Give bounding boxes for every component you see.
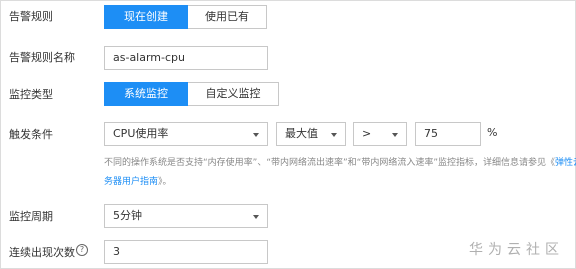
threshold-unit: %	[487, 126, 498, 139]
rule-name-label: 告警规则名称	[9, 51, 75, 64]
trigger-hint-end: 》。	[158, 177, 172, 187]
operator-select-value: >	[362, 127, 372, 140]
period-label: 监控周期	[9, 210, 53, 223]
aggregation-select[interactable]: 最大值	[276, 122, 346, 146]
consecutive-label: 连续出现次数	[9, 246, 75, 259]
ecs-guide-link-part1[interactable]: 弹性云服	[555, 158, 576, 168]
monitor-type-custom[interactable]: 自定义监控	[188, 82, 279, 106]
trigger-hint-text: 不同的操作系统是否支持“内存使用率”、“带内网络流出速率”和“带内网络流入速率”…	[104, 158, 555, 168]
aggregation-select-value: 最大值	[285, 127, 318, 140]
chevron-down-icon	[331, 133, 337, 137]
chevron-down-icon	[253, 133, 259, 137]
monitor-type-toggle: 系统监控 自定义监控	[104, 82, 279, 106]
consecutive-input[interactable]: 3	[104, 240, 268, 264]
alarm-rule-create-now[interactable]: 现在创建	[104, 5, 188, 29]
chevron-down-icon	[253, 215, 259, 219]
trigger-label: 触发条件	[9, 128, 53, 141]
threshold-input[interactable]: 75	[415, 122, 481, 146]
trigger-hint-line2: 务器用户指南》。	[104, 174, 172, 187]
ecs-guide-link-part2[interactable]: 务器用户指南	[104, 177, 158, 187]
watermark-text: 华为云社区	[469, 242, 564, 258]
trigger-hint-line1: 不同的操作系统是否支持“内存使用率”、“带内网络流出速率”和“带内网络流入速率”…	[104, 155, 576, 168]
monitor-type-label: 监控类型	[9, 88, 53, 101]
alarm-rule-use-existing[interactable]: 使用已有	[188, 5, 267, 29]
metric-select-value: CPU使用率	[113, 127, 169, 140]
metric-select[interactable]: CPU使用率	[104, 122, 268, 146]
operator-select[interactable]: >	[353, 122, 407, 146]
alarm-rule-toggle: 现在创建 使用已有	[104, 5, 267, 29]
monitor-type-system[interactable]: 系统监控	[104, 82, 188, 106]
alarm-rule-label: 告警规则	[9, 10, 53, 23]
question-circle-icon[interactable]: ?	[76, 244, 88, 256]
period-select-value: 5分钟	[113, 209, 142, 222]
rule-name-input[interactable]: as-alarm-cpu	[104, 46, 268, 70]
period-select[interactable]: 5分钟	[104, 204, 268, 228]
chevron-down-icon	[392, 133, 398, 137]
